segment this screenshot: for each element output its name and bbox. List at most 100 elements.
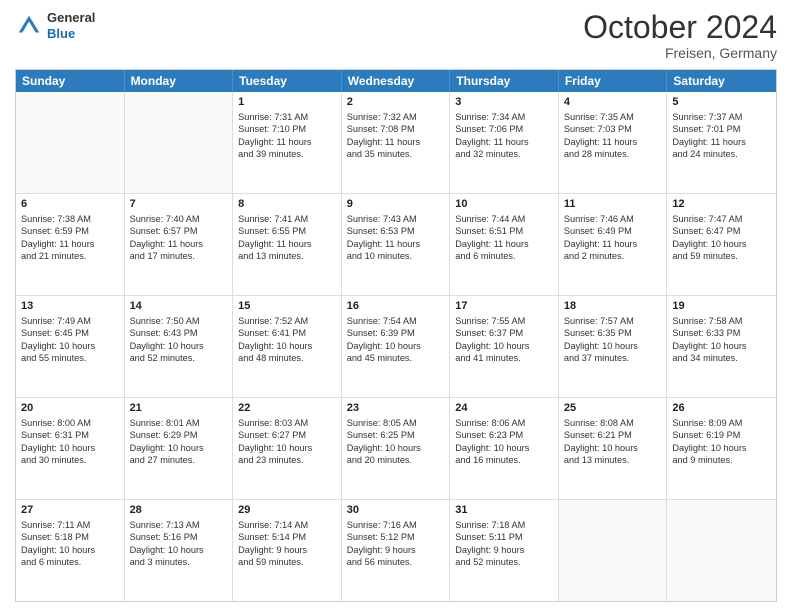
- day-cell-14: 14Sunrise: 7:50 AM Sunset: 6:43 PM Dayli…: [125, 296, 234, 397]
- day-number: 17: [455, 299, 553, 314]
- day-info: Sunrise: 7:18 AM Sunset: 5:11 PM Dayligh…: [455, 519, 553, 569]
- day-number: 15: [238, 299, 336, 314]
- header-day-monday: Monday: [125, 70, 234, 92]
- calendar-header: SundayMondayTuesdayWednesdayThursdayFrid…: [16, 70, 776, 92]
- day-number: 12: [672, 197, 771, 212]
- calendar-row-2: 6Sunrise: 7:38 AM Sunset: 6:59 PM Daylig…: [16, 194, 776, 296]
- day-number: 5: [672, 95, 771, 110]
- day-cell-17: 17Sunrise: 7:55 AM Sunset: 6:37 PM Dayli…: [450, 296, 559, 397]
- day-cell-4: 4Sunrise: 7:35 AM Sunset: 7:03 PM Daylig…: [559, 92, 668, 193]
- header-day-saturday: Saturday: [667, 70, 776, 92]
- calendar-row-4: 20Sunrise: 8:00 AM Sunset: 6:31 PM Dayli…: [16, 398, 776, 500]
- logo-text: General Blue: [47, 10, 95, 41]
- day-cell-27: 27Sunrise: 7:11 AM Sunset: 5:18 PM Dayli…: [16, 500, 125, 601]
- day-number: 9: [347, 197, 445, 212]
- day-cell-12: 12Sunrise: 7:47 AM Sunset: 6:47 PM Dayli…: [667, 194, 776, 295]
- location: Freisen, Germany: [583, 45, 777, 61]
- day-number: 21: [130, 401, 228, 416]
- empty-cell: [559, 500, 668, 601]
- header-day-thursday: Thursday: [450, 70, 559, 92]
- day-number: 7: [130, 197, 228, 212]
- day-number: 24: [455, 401, 553, 416]
- header-day-tuesday: Tuesday: [233, 70, 342, 92]
- day-info: Sunrise: 8:05 AM Sunset: 6:25 PM Dayligh…: [347, 417, 445, 467]
- logo-icon: [15, 12, 43, 40]
- calendar-body: 1Sunrise: 7:31 AM Sunset: 7:10 PM Daylig…: [16, 92, 776, 601]
- day-info: Sunrise: 7:40 AM Sunset: 6:57 PM Dayligh…: [130, 213, 228, 263]
- logo: General Blue: [15, 10, 95, 41]
- day-info: Sunrise: 7:55 AM Sunset: 6:37 PM Dayligh…: [455, 315, 553, 365]
- day-number: 3: [455, 95, 553, 110]
- day-cell-23: 23Sunrise: 8:05 AM Sunset: 6:25 PM Dayli…: [342, 398, 451, 499]
- day-number: 13: [21, 299, 119, 314]
- day-number: 26: [672, 401, 771, 416]
- day-number: 29: [238, 503, 336, 518]
- day-info: Sunrise: 7:49 AM Sunset: 6:45 PM Dayligh…: [21, 315, 119, 365]
- day-info: Sunrise: 8:01 AM Sunset: 6:29 PM Dayligh…: [130, 417, 228, 467]
- day-number: 18: [564, 299, 662, 314]
- day-cell-1: 1Sunrise: 7:31 AM Sunset: 7:10 PM Daylig…: [233, 92, 342, 193]
- calendar: SundayMondayTuesdayWednesdayThursdayFrid…: [15, 69, 777, 602]
- logo-general: General: [47, 10, 95, 26]
- day-number: 20: [21, 401, 119, 416]
- day-info: Sunrise: 8:09 AM Sunset: 6:19 PM Dayligh…: [672, 417, 771, 467]
- logo-blue: Blue: [47, 26, 95, 42]
- calendar-row-1: 1Sunrise: 7:31 AM Sunset: 7:10 PM Daylig…: [16, 92, 776, 194]
- day-cell-7: 7Sunrise: 7:40 AM Sunset: 6:57 PM Daylig…: [125, 194, 234, 295]
- day-info: Sunrise: 7:31 AM Sunset: 7:10 PM Dayligh…: [238, 111, 336, 161]
- calendar-row-5: 27Sunrise: 7:11 AM Sunset: 5:18 PM Dayli…: [16, 500, 776, 601]
- day-info: Sunrise: 7:57 AM Sunset: 6:35 PM Dayligh…: [564, 315, 662, 365]
- empty-cell: [667, 500, 776, 601]
- day-cell-31: 31Sunrise: 7:18 AM Sunset: 5:11 PM Dayli…: [450, 500, 559, 601]
- day-info: Sunrise: 7:46 AM Sunset: 6:49 PM Dayligh…: [564, 213, 662, 263]
- day-info: Sunrise: 7:11 AM Sunset: 5:18 PM Dayligh…: [21, 519, 119, 569]
- day-cell-16: 16Sunrise: 7:54 AM Sunset: 6:39 PM Dayli…: [342, 296, 451, 397]
- day-number: 4: [564, 95, 662, 110]
- page: General Blue October 2024 Freisen, Germa…: [0, 0, 792, 612]
- day-info: Sunrise: 8:06 AM Sunset: 6:23 PM Dayligh…: [455, 417, 553, 467]
- day-cell-8: 8Sunrise: 7:41 AM Sunset: 6:55 PM Daylig…: [233, 194, 342, 295]
- day-number: 31: [455, 503, 553, 518]
- day-info: Sunrise: 7:50 AM Sunset: 6:43 PM Dayligh…: [130, 315, 228, 365]
- empty-cell: [125, 92, 234, 193]
- day-cell-29: 29Sunrise: 7:14 AM Sunset: 5:14 PM Dayli…: [233, 500, 342, 601]
- day-info: Sunrise: 8:08 AM Sunset: 6:21 PM Dayligh…: [564, 417, 662, 467]
- header-day-friday: Friday: [559, 70, 668, 92]
- day-cell-22: 22Sunrise: 8:03 AM Sunset: 6:27 PM Dayli…: [233, 398, 342, 499]
- title-block: October 2024 Freisen, Germany: [583, 10, 777, 61]
- day-number: 25: [564, 401, 662, 416]
- day-cell-15: 15Sunrise: 7:52 AM Sunset: 6:41 PM Dayli…: [233, 296, 342, 397]
- day-info: Sunrise: 7:58 AM Sunset: 6:33 PM Dayligh…: [672, 315, 771, 365]
- day-number: 6: [21, 197, 119, 212]
- day-number: 11: [564, 197, 662, 212]
- day-info: Sunrise: 7:13 AM Sunset: 5:16 PM Dayligh…: [130, 519, 228, 569]
- day-cell-30: 30Sunrise: 7:16 AM Sunset: 5:12 PM Dayli…: [342, 500, 451, 601]
- day-info: Sunrise: 8:03 AM Sunset: 6:27 PM Dayligh…: [238, 417, 336, 467]
- month-title: October 2024: [583, 10, 777, 45]
- day-info: Sunrise: 7:35 AM Sunset: 7:03 PM Dayligh…: [564, 111, 662, 161]
- day-cell-6: 6Sunrise: 7:38 AM Sunset: 6:59 PM Daylig…: [16, 194, 125, 295]
- day-number: 2: [347, 95, 445, 110]
- header-day-sunday: Sunday: [16, 70, 125, 92]
- day-info: Sunrise: 7:52 AM Sunset: 6:41 PM Dayligh…: [238, 315, 336, 365]
- day-cell-19: 19Sunrise: 7:58 AM Sunset: 6:33 PM Dayli…: [667, 296, 776, 397]
- header-day-wednesday: Wednesday: [342, 70, 451, 92]
- day-number: 10: [455, 197, 553, 212]
- day-cell-2: 2Sunrise: 7:32 AM Sunset: 7:08 PM Daylig…: [342, 92, 451, 193]
- day-number: 8: [238, 197, 336, 212]
- day-cell-24: 24Sunrise: 8:06 AM Sunset: 6:23 PM Dayli…: [450, 398, 559, 499]
- day-info: Sunrise: 7:32 AM Sunset: 7:08 PM Dayligh…: [347, 111, 445, 161]
- day-cell-5: 5Sunrise: 7:37 AM Sunset: 7:01 PM Daylig…: [667, 92, 776, 193]
- day-cell-13: 13Sunrise: 7:49 AM Sunset: 6:45 PM Dayli…: [16, 296, 125, 397]
- day-info: Sunrise: 7:54 AM Sunset: 6:39 PM Dayligh…: [347, 315, 445, 365]
- day-info: Sunrise: 7:47 AM Sunset: 6:47 PM Dayligh…: [672, 213, 771, 263]
- day-cell-28: 28Sunrise: 7:13 AM Sunset: 5:16 PM Dayli…: [125, 500, 234, 601]
- day-number: 22: [238, 401, 336, 416]
- day-info: Sunrise: 7:37 AM Sunset: 7:01 PM Dayligh…: [672, 111, 771, 161]
- day-cell-25: 25Sunrise: 8:08 AM Sunset: 6:21 PM Dayli…: [559, 398, 668, 499]
- day-info: Sunrise: 7:34 AM Sunset: 7:06 PM Dayligh…: [455, 111, 553, 161]
- day-number: 16: [347, 299, 445, 314]
- day-number: 1: [238, 95, 336, 110]
- day-info: Sunrise: 7:41 AM Sunset: 6:55 PM Dayligh…: [238, 213, 336, 263]
- day-info: Sunrise: 7:44 AM Sunset: 6:51 PM Dayligh…: [455, 213, 553, 263]
